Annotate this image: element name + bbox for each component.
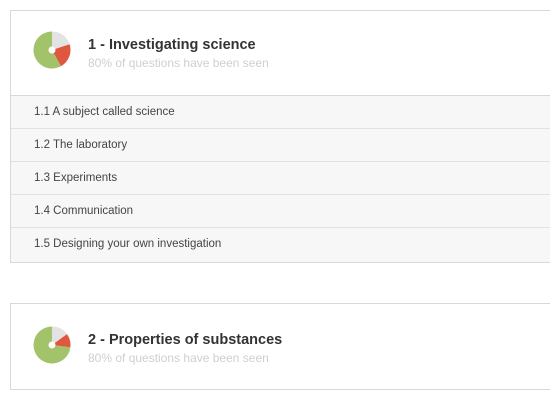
- subtopic-item-1-5[interactable]: 1.5 Designing your own investigation: [11, 228, 550, 262]
- topic-title[interactable]: 1 - Investigating science: [88, 37, 256, 53]
- topic-progress-text: 80% of questions have been seen: [88, 56, 269, 70]
- topic-header-2[interactable]: 2 - Properties of substances 80% of ques…: [11, 304, 550, 389]
- topic-progress-text: 80% of questions have been seen: [88, 351, 269, 365]
- subtopic-item-1-4[interactable]: 1.4 Communication: [11, 195, 550, 228]
- topic-title[interactable]: 2 - Properties of substances: [88, 332, 282, 348]
- subtopic-item-1-3[interactable]: 1.3 Experiments: [11, 162, 550, 195]
- topic-header-1[interactable]: 1 - Investigating science 80% of questio…: [11, 11, 550, 95]
- subtopic-list: 1.1 A subject called science 1.2 The lab…: [11, 95, 550, 262]
- subtopic-item-1-2[interactable]: 1.2 The laboratory: [11, 129, 550, 162]
- progress-pie-icon: [33, 326, 71, 364]
- progress-pie-icon: [33, 31, 71, 69]
- pie-center-dot: [48, 46, 56, 54]
- subtopic-item-1-1[interactable]: 1.1 A subject called science: [11, 96, 550, 129]
- topic-card-2: 2 - Properties of substances 80% of ques…: [10, 303, 550, 390]
- topic-card-1: 1 - Investigating science 80% of questio…: [10, 10, 550, 263]
- pie-center-dot: [48, 341, 56, 349]
